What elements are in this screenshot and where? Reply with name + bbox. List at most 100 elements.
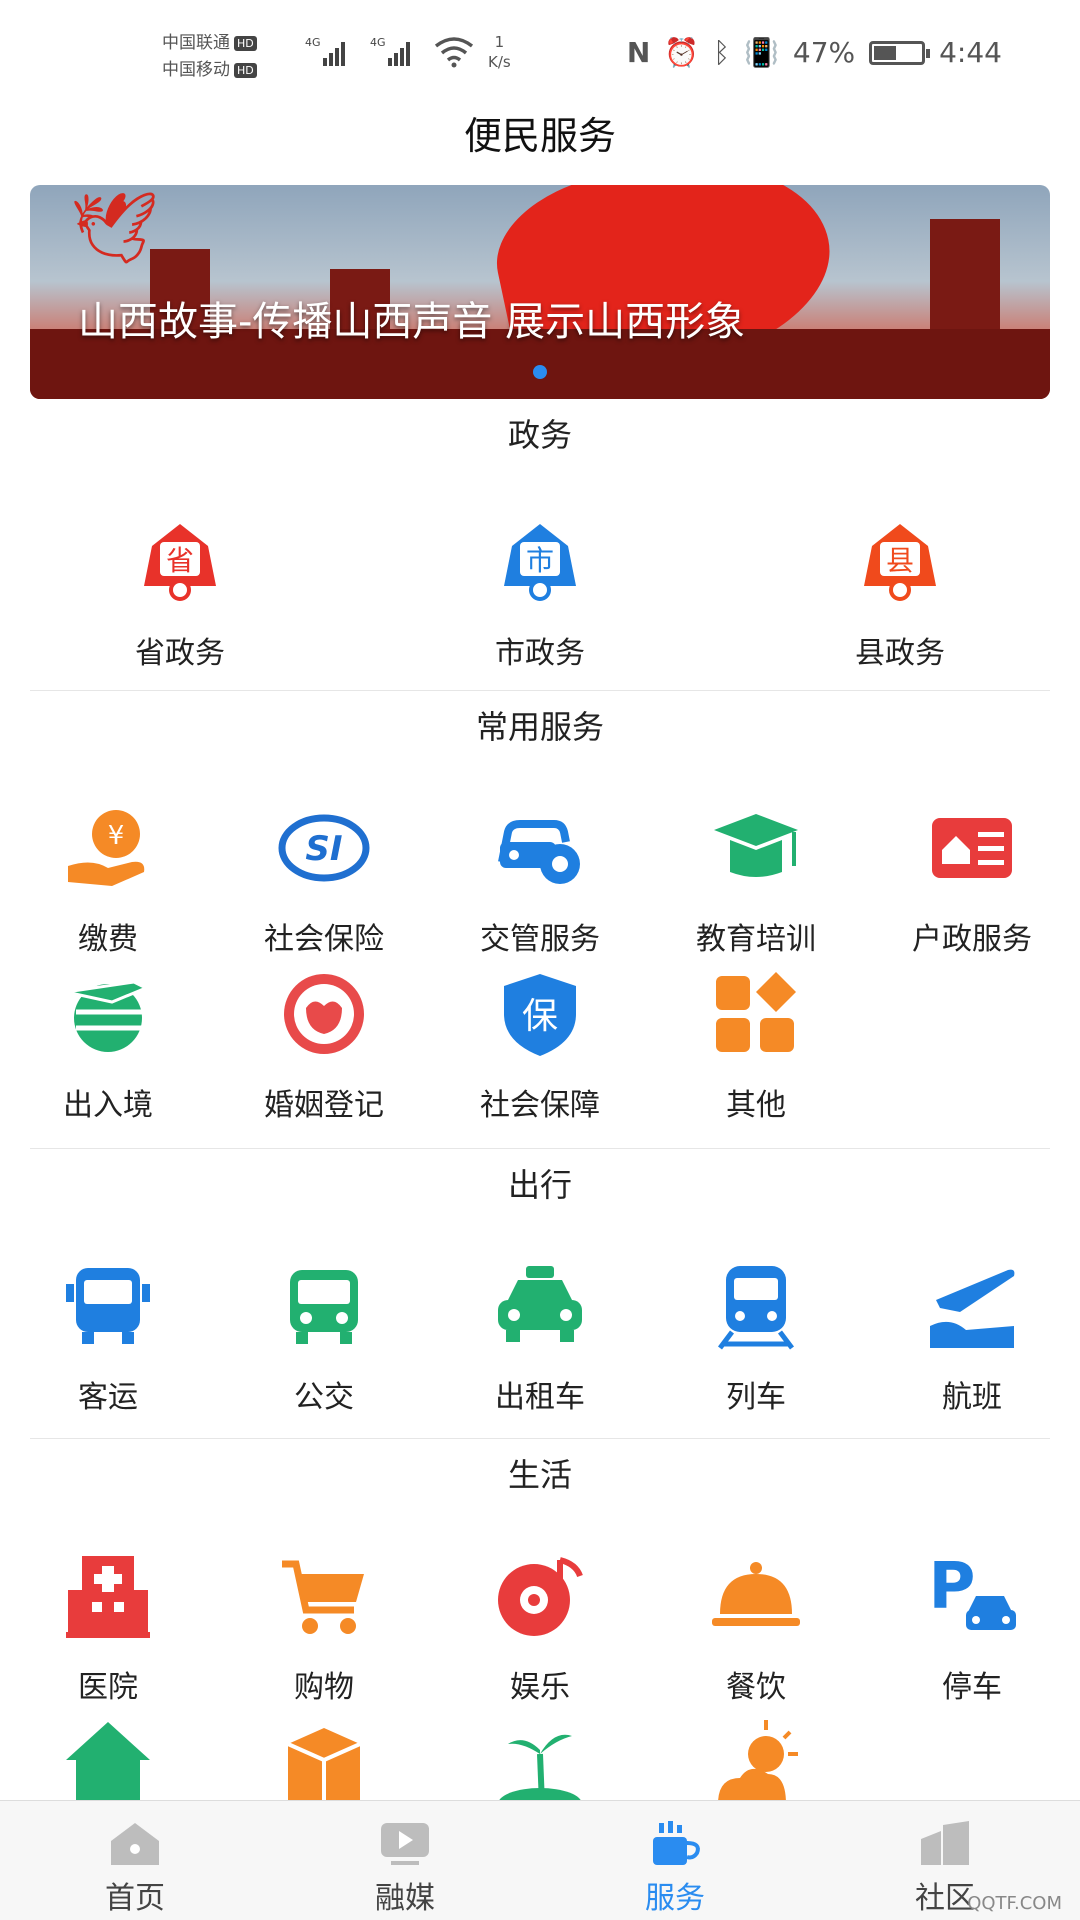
battery-icon (869, 40, 931, 65)
household-icon (924, 800, 1020, 896)
carrier2: 中国移动 (162, 60, 230, 80)
weather-button[interactable] (653, 1712, 859, 1800)
network-speed: 1 K/s (488, 32, 511, 72)
flight-button[interactable]: 航班 (869, 1258, 1075, 1416)
train-button[interactable]: 列车 (653, 1258, 859, 1416)
social-security-icon: 保 (492, 966, 588, 1062)
housekeeping-icon (60, 1712, 156, 1800)
housekeeping-button[interactable] (5, 1712, 211, 1800)
other-icon (708, 966, 804, 1062)
county-gov-button[interactable]: 县县政务 (797, 514, 1003, 672)
dining-icon (708, 1548, 804, 1644)
section-title-life: 生活 (507, 1456, 572, 1494)
tab-home[interactable]: 首页 (0, 1801, 270, 1920)
shopping-cart-button[interactable]: 购物 (221, 1548, 427, 1706)
building-graphic (930, 219, 1000, 339)
hd-badge: HD (234, 62, 257, 78)
service-label: 交管服务 (480, 922, 600, 957)
hd-badge: HD (234, 35, 257, 51)
coach-button[interactable]: 客运 (5, 1258, 211, 1416)
network-type: 4G (370, 36, 386, 49)
marriage-icon (276, 966, 372, 1062)
bus-button[interactable]: 公交 (221, 1258, 427, 1416)
train-icon (708, 1258, 804, 1354)
dining-button[interactable]: 餐饮 (653, 1548, 859, 1706)
province-gov-button[interactable]: 省省政务 (77, 514, 283, 672)
service-label: 市政务 (495, 636, 585, 671)
service-label: 婚姻登记 (264, 1088, 384, 1123)
social-security-button[interactable]: 保社会保障 (437, 966, 643, 1124)
service-label: 出入境 (63, 1088, 153, 1123)
parking-button[interactable]: P 停车 (869, 1548, 1075, 1706)
province-gov-icon: 省 (132, 514, 228, 610)
service-icon (645, 1817, 705, 1869)
bottom-tab-bar: 首页 融媒 服务 社区 (0, 1800, 1080, 1920)
service-label: 医院 (78, 1670, 138, 1705)
vibrate-icon: 📳 (744, 36, 779, 69)
parking-icon: P (924, 1548, 1020, 1644)
social-insurance-button[interactable]: SI 社会保险 (221, 800, 427, 958)
tab-label: 服务 (645, 1881, 705, 1916)
service-label: 出租车 (495, 1380, 585, 1415)
divider (30, 1148, 1050, 1149)
tab-service[interactable]: 服务 (540, 1801, 810, 1920)
tab-media[interactable]: 融媒 (270, 1801, 540, 1920)
wifi-icon (432, 34, 476, 72)
section-title-gov: 政务 (507, 416, 572, 454)
payment-button[interactable]: ¥ 缴费 (5, 800, 211, 958)
service-label: 停车 (942, 1670, 1002, 1705)
service-label: 购物 (294, 1670, 354, 1705)
banner-carousel[interactable]: 🕊 山西故事-传播山西声音 展示山西形象 (30, 185, 1050, 399)
hospital-button[interactable]: 医院 (5, 1548, 211, 1706)
service-label: 社会保险 (264, 922, 384, 957)
household-button[interactable]: 户政服务 (869, 800, 1075, 958)
tourism-button[interactable] (437, 1712, 643, 1800)
media-icon (375, 1817, 435, 1869)
dove-graphic: 🕊 (70, 187, 159, 269)
exit-entry-icon (60, 966, 156, 1062)
carrier1: 中国联通 (162, 33, 230, 53)
status-bar: 中国联通 HD 中国移动 HD 4G 4G 1 K/s N ⏰ ᛒ 📳 47% 4:… (0, 0, 1080, 108)
traffic-service-icon (492, 800, 588, 896)
tab-label: 融媒 (375, 1881, 435, 1916)
service-label: 县政务 (855, 636, 945, 671)
service-label: 缴费 (78, 922, 138, 957)
service-label: 教育培训 (696, 922, 816, 957)
weather-icon (708, 1712, 804, 1800)
service-label: 娱乐 (510, 1670, 570, 1705)
shopping-cart-icon (276, 1548, 372, 1644)
exit-entry-button[interactable]: 出入境 (5, 966, 211, 1124)
social-insurance-icon: SI (276, 800, 372, 896)
service-label: 列车 (726, 1380, 786, 1415)
divider (30, 1438, 1050, 1439)
divider (30, 690, 1050, 691)
taxi-button[interactable]: 出租车 (437, 1258, 643, 1416)
flight-icon (924, 1258, 1020, 1354)
bus-icon (276, 1258, 372, 1354)
banner-caption: 山西故事-传播山西声音 展示山西形象 (78, 299, 746, 345)
nfc-icon: N (626, 36, 651, 69)
service-label: 户政服务 (912, 922, 1032, 957)
service-label: 餐饮 (726, 1670, 786, 1705)
education-icon (708, 800, 804, 896)
marriage-button[interactable]: 婚姻登记 (221, 966, 427, 1124)
traffic-service-button[interactable]: 交管服务 (437, 800, 643, 958)
carousel-indicator[interactable] (533, 365, 547, 379)
other-button[interactable]: 其他 (653, 966, 859, 1124)
education-button[interactable]: 教育培训 (653, 800, 859, 958)
svg-text:省: 省 (166, 544, 194, 577)
service-label: 公交 (294, 1380, 354, 1415)
service-label: 客运 (78, 1380, 138, 1415)
entertainment-icon (492, 1548, 588, 1644)
section-title-common: 常用服务 (475, 708, 604, 746)
payment-icon: ¥ (60, 800, 156, 896)
entertainment-button[interactable]: 娱乐 (437, 1548, 643, 1706)
status-right: N ⏰ ᛒ 📳 47% 4:44 (627, 36, 1002, 69)
bluetooth-icon: ᛒ (713, 36, 730, 69)
service-label: 省政务 (135, 636, 225, 671)
battery-percent: 47% (792, 36, 856, 69)
package-button[interactable] (221, 1712, 427, 1800)
city-gov-button[interactable]: 市市政务 (437, 514, 643, 672)
svg-text:县: 县 (886, 544, 914, 577)
section-title-travel: 出行 (507, 1166, 572, 1204)
